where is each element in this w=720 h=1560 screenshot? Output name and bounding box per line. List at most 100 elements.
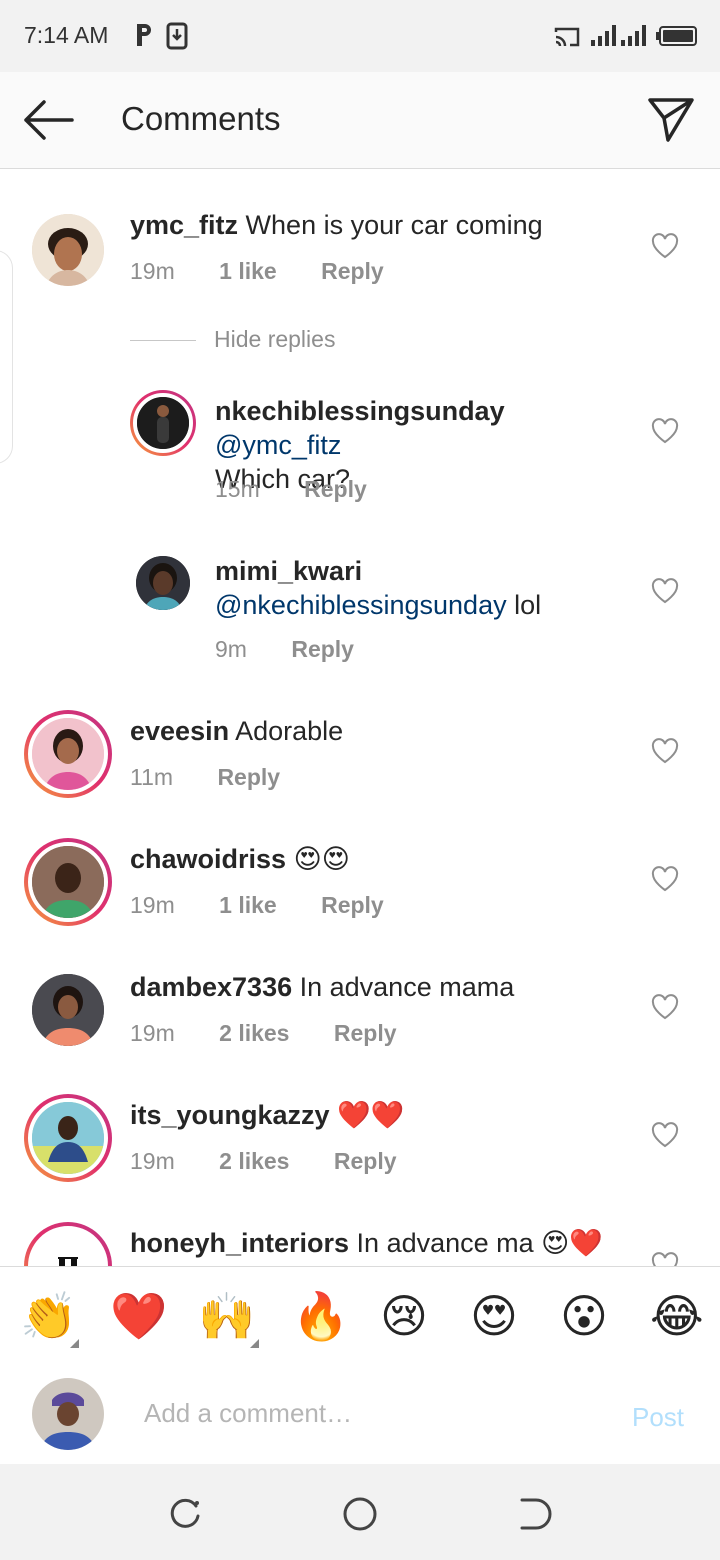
comment-likes[interactable]: 2 likes xyxy=(219,1020,289,1046)
status-bar: 7:14 AM xyxy=(0,0,720,72)
comment-body: Adorable xyxy=(229,716,344,746)
avatar-photo xyxy=(32,974,104,1046)
avatar[interactable] xyxy=(24,838,112,926)
page-title: Comments xyxy=(121,100,281,137)
signal-icon xyxy=(591,25,616,46)
comment-time: 19m xyxy=(130,258,175,284)
comment-username[interactable]: mimi_kwari xyxy=(215,556,362,586)
avatar[interactable] xyxy=(24,1222,112,1266)
comment-meta: 19m 1 like Reply xyxy=(130,892,422,919)
mention-link[interactable]: @nkechiblessingsunday xyxy=(215,590,507,620)
reply-button[interactable]: Reply xyxy=(321,258,384,284)
post-button[interactable]: Post xyxy=(632,1402,684,1433)
comment-likes[interactable]: 1 like xyxy=(219,258,277,284)
avatar-photo xyxy=(32,718,104,790)
back-icon[interactable] xyxy=(514,1494,554,1534)
cast-icon xyxy=(554,27,580,47)
comment-username[interactable]: its_youngkazzy xyxy=(130,1100,330,1130)
skin-tone-indicator xyxy=(250,1339,259,1348)
avatar[interactable] xyxy=(24,710,112,798)
comment-time: 19m xyxy=(130,1020,175,1046)
avatar-photo xyxy=(32,214,104,286)
avatar-photo xyxy=(137,397,189,449)
heart-icon[interactable] xyxy=(651,1252,679,1266)
comment-input[interactable]: Add a comment… xyxy=(144,1398,352,1429)
comment-likes[interactable]: 1 like xyxy=(219,892,277,918)
arrow-left-icon[interactable] xyxy=(22,98,74,142)
comment-username[interactable]: eveesin xyxy=(130,716,229,746)
signal-icon xyxy=(621,25,646,46)
comment-time: 19m xyxy=(130,892,175,918)
emoji-heart-eyes[interactable]: 😍 xyxy=(470,1289,518,1343)
comment-text: honeyh_interiors In advance ma 😍❤️ xyxy=(130,1226,630,1260)
heart-icon[interactable] xyxy=(651,1122,679,1148)
comment-meta: 19m 2 likes Reply xyxy=(130,1020,435,1047)
heart-icon[interactable] xyxy=(651,418,679,444)
reply-button[interactable]: Reply xyxy=(217,764,280,790)
battery-icon xyxy=(656,26,697,46)
avatar[interactable] xyxy=(32,214,104,286)
emoji-surprised[interactable]: 😮 xyxy=(560,1289,608,1343)
emoji-fire[interactable]: 🔥 xyxy=(292,1289,349,1343)
comment-text: dambex7336 In advance mama xyxy=(130,970,630,1004)
comment-body: 😍😍 xyxy=(286,844,350,874)
paper-plane-icon[interactable] xyxy=(646,96,696,144)
mention-link[interactable]: @ymc_fitz xyxy=(215,430,341,460)
comment-text: ymc_fitz When is your car coming xyxy=(130,208,630,242)
avatar-photo xyxy=(32,1378,104,1450)
heart-icon[interactable] xyxy=(651,994,679,1020)
reply-button[interactable]: Reply xyxy=(321,892,384,918)
emoji-clap[interactable]: 👏 xyxy=(20,1289,77,1343)
comment-time: 19m xyxy=(130,1148,175,1174)
recent-apps-icon[interactable] xyxy=(166,1494,206,1534)
divider xyxy=(130,340,196,342)
header: Comments xyxy=(0,72,720,169)
comment-body: When is your car coming xyxy=(238,210,543,240)
comment-text: mimi_kwari @nkechiblessingsunday lol xyxy=(215,554,635,622)
heart-icon[interactable] xyxy=(651,738,679,764)
comment-text: eveesin Adorable xyxy=(130,714,630,748)
comment-meta: 11m Reply xyxy=(130,764,318,791)
emoji-heart[interactable]: ❤️ xyxy=(110,1289,167,1343)
heart-icon[interactable] xyxy=(651,233,679,259)
hide-replies-button[interactable]: Hide replies xyxy=(130,326,335,353)
partial-comment: honeyh_interiors In advance ma 😍❤️ xyxy=(0,1214,720,1266)
comment-username[interactable]: dambex7336 xyxy=(130,972,292,1002)
home-icon[interactable] xyxy=(340,1494,380,1534)
comment-body: In advance ma 😍❤️ xyxy=(349,1228,603,1258)
reply-button[interactable]: Reply xyxy=(334,1148,397,1174)
avatar[interactable] xyxy=(130,390,196,456)
avatar[interactable] xyxy=(32,974,104,1046)
comment-time: 9m xyxy=(215,636,247,662)
heart-icon[interactable] xyxy=(651,866,679,892)
side-handle[interactable] xyxy=(0,250,13,464)
comment-username[interactable]: honeyh_interiors xyxy=(130,1228,349,1258)
comment-username[interactable]: ymc_fitz xyxy=(130,210,238,240)
reply-button[interactable]: Reply xyxy=(291,636,354,662)
reply-button[interactable]: Reply xyxy=(334,1020,397,1046)
heart-icon[interactable] xyxy=(651,578,679,604)
download-icon xyxy=(166,22,188,50)
emoji-raised-hands[interactable]: 🙌 xyxy=(198,1289,255,1343)
comment-body: lol xyxy=(506,590,542,620)
comment-username[interactable]: chawoidriss xyxy=(130,844,286,874)
system-navigation-bar xyxy=(0,1464,720,1560)
comment-meta: 15m Reply xyxy=(215,476,405,503)
avatar[interactable] xyxy=(24,1094,112,1182)
skin-tone-indicator xyxy=(70,1339,79,1348)
comment-time: 11m xyxy=(130,764,174,790)
comment-body: ❤️❤️ xyxy=(329,1100,405,1130)
hide-replies-label: Hide replies xyxy=(214,326,336,352)
avatar-photo xyxy=(32,846,104,918)
comment-time: 15m xyxy=(215,476,260,502)
comment-text: its_youngkazzy ❤️❤️ xyxy=(130,1098,630,1132)
reply-button[interactable]: Reply xyxy=(304,476,367,502)
emoji-laughing[interactable]: 😂 xyxy=(650,1289,704,1343)
status-time: 7:14 AM xyxy=(24,22,109,48)
comment-meta: 19m 1 like Reply xyxy=(130,258,422,285)
logo-avatar xyxy=(32,1230,104,1266)
comment-likes[interactable]: 2 likes xyxy=(219,1148,289,1174)
avatar[interactable] xyxy=(136,556,190,610)
emoji-crying[interactable]: 😢 xyxy=(380,1289,428,1343)
comment-username[interactable]: nkechiblessingsunday xyxy=(215,396,505,426)
